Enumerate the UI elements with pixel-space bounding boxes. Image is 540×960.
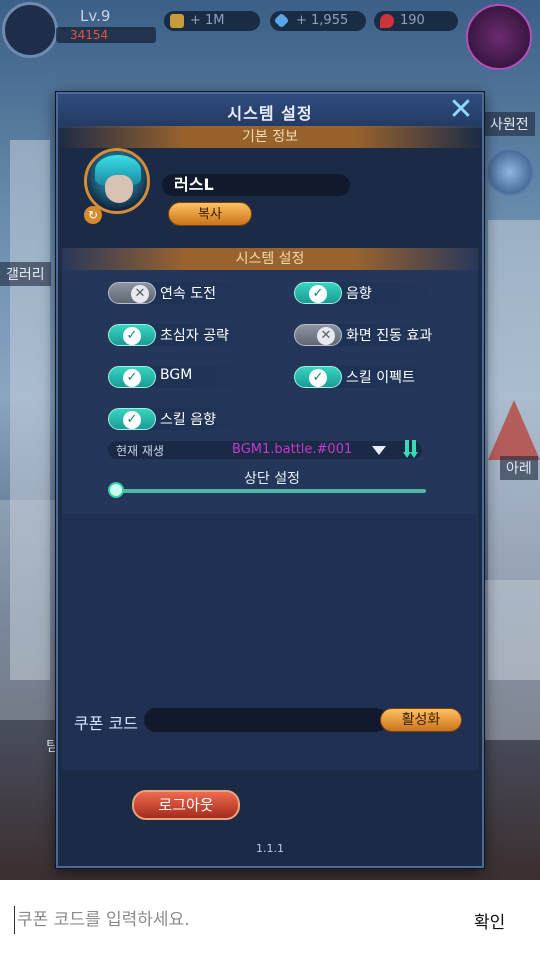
refresh-icon[interactable]: ↻ <box>84 206 102 224</box>
basic-info-title: 기본 정보 <box>242 129 298 145</box>
copy-button[interactable]: 복사 <box>168 202 252 226</box>
ruby-icon <box>380 14 394 28</box>
portal-icon[interactable] <box>486 148 534 196</box>
toggle-knob: ✕ <box>294 324 342 346</box>
dialog-header: 시스템 설정 ✕ <box>58 94 482 128</box>
gem-value: + 1,955 <box>296 13 349 28</box>
check-icon: ✓ <box>123 411 141 429</box>
logout-button[interactable]: 로그아웃 <box>132 790 240 820</box>
coupon-text-input[interactable] <box>14 906 439 934</box>
toggle-label: 스킬 음향 <box>160 412 216 428</box>
toggle-label: BGM <box>160 367 193 383</box>
combat-power-value: 34154 <box>70 28 109 42</box>
temple-label[interactable]: 사원전 <box>484 112 535 136</box>
gem-counter[interactable]: + 1,955 <box>270 11 366 31</box>
toggle-continuous-challenge[interactable]: ✕ 연속 도전 <box>108 282 248 304</box>
combat-power: 34154 <box>56 27 156 43</box>
toggle-skill-sound[interactable]: ✓ 스킬 음향 <box>108 408 242 430</box>
check-icon: ✓ <box>123 327 141 345</box>
system-settings-header: 시스템 설정 <box>58 248 482 270</box>
x-icon: ✕ <box>131 285 149 303</box>
close-icon[interactable]: ✕ <box>446 95 476 126</box>
toggle-knob: ✓ <box>294 282 342 304</box>
play-pause-icon[interactable] <box>403 440 418 460</box>
toggle-label: 화면 진동 효과 <box>346 328 433 344</box>
now-playing-select[interactable]: 현재 재생 BGM1.battle.#001 <box>108 441 422 459</box>
gold-value: + 1M <box>190 13 225 28</box>
toggle-knob: ✓ <box>108 366 156 388</box>
toggle-label: 초심자 공략 <box>160 328 229 344</box>
player-avatar-small[interactable] <box>2 2 58 58</box>
volume-slider[interactable] <box>108 482 426 498</box>
toggle-label: 스킬 이펙트 <box>346 370 415 386</box>
castle-roof <box>488 400 540 460</box>
event-badge-icon[interactable] <box>466 4 532 70</box>
check-icon: ✓ <box>309 369 327 387</box>
chevron-down-icon[interactable] <box>372 446 386 455</box>
toggle-sound[interactable]: ✓ 음향 <box>294 282 428 304</box>
now-playing-label: 현재 재생 <box>116 444 164 458</box>
now-playing-value: BGM1.battle.#001 <box>232 442 353 457</box>
castle-wall <box>484 580 540 740</box>
toggle-skill-effect[interactable]: ✓ 스킬 이펙트 <box>294 366 428 388</box>
toggle-knob: ✕ <box>108 282 156 304</box>
slider-thumb[interactable] <box>108 482 124 498</box>
check-icon: ✓ <box>309 285 327 303</box>
top-hud: Lv.9 34154 + 1M + 1,955 190 <box>0 0 540 70</box>
castle-wall <box>0 500 56 720</box>
player-level: Lv.9 <box>80 7 111 25</box>
dialog-title: 시스템 설정 <box>227 104 313 123</box>
gem-icon <box>273 12 290 29</box>
toggle-knob: ✓ <box>294 366 342 388</box>
system-settings-title: 시스템 설정 <box>235 251 305 267</box>
player-name: 러스L <box>162 174 350 196</box>
basic-info-header: 기본 정보 <box>58 126 482 148</box>
ruby-counter[interactable]: 190 <box>374 11 458 31</box>
x-icon: ✕ <box>317 327 335 345</box>
toggle-knob: ✓ <box>108 324 156 346</box>
check-icon: ✓ <box>123 369 141 387</box>
toggle-beginner-guide[interactable]: ✓ 초심자 공략 <box>108 324 242 346</box>
confirm-button[interactable]: 확인 <box>474 908 505 933</box>
arena-label[interactable]: 아레 <box>500 456 538 480</box>
ruby-value: 190 <box>400 13 425 28</box>
coupon-input-bar: 확인 <box>0 880 540 960</box>
toggle-knob: ✓ <box>108 408 156 430</box>
activate-button[interactable]: 활성화 <box>380 708 462 732</box>
gold-icon <box>170 14 184 28</box>
toggle-screen-shake[interactable]: ✕ 화면 진동 효과 <box>294 324 432 346</box>
version-text: 1.1.1 <box>256 842 284 855</box>
toggle-label: 연속 도전 <box>160 286 216 302</box>
toggle-label: 음향 <box>346 286 372 302</box>
coupon-label: 쿠폰 코드 <box>74 714 138 733</box>
coupon-code-field[interactable] <box>144 708 388 732</box>
gallery-label[interactable]: 갤러리 <box>0 262 51 286</box>
player-avatar[interactable] <box>84 148 150 214</box>
toggle-bgm[interactable]: ✓ BGM <box>108 366 242 388</box>
system-settings-dialog: 시스템 설정 ✕ 기본 정보 ↻ 러스L 복사 시스템 설정 ✕ 연속 도전 ✓… <box>56 92 484 868</box>
avatar-face <box>105 175 133 203</box>
gold-counter[interactable]: + 1M <box>164 11 260 31</box>
